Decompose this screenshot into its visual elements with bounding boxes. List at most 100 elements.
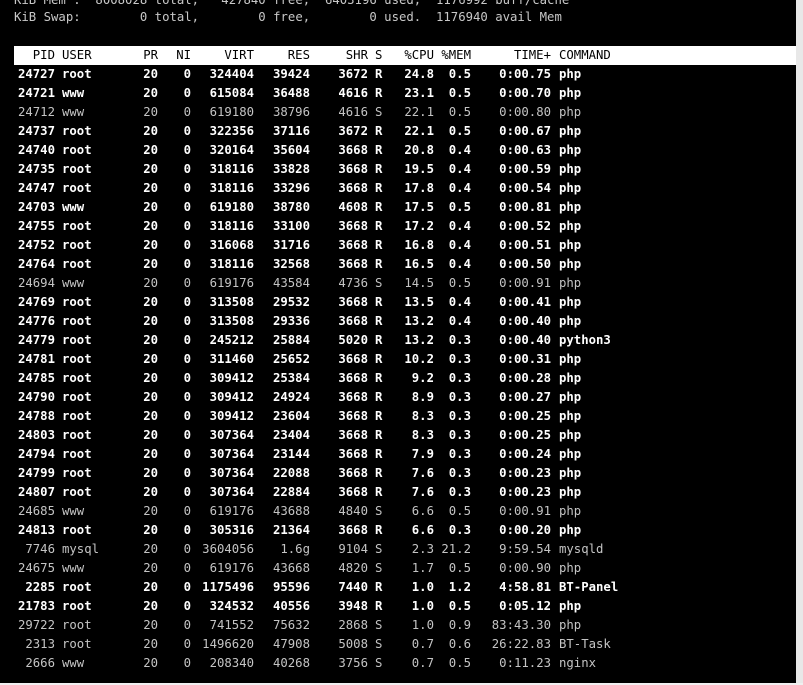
cell-ni: 0 [183, 466, 191, 480]
process-row[interactable]: 24785 root 20 0 309412 25384 3668 R 9.2 0.3 0:00.2… [0, 369, 796, 388]
cell-pid: 2313 [25, 637, 55, 651]
process-row[interactable]: 24685 www 20 0 619176 43688 4840 S 6.6 0.5 0:00.91… [0, 502, 796, 521]
process-row[interactable]: 24747 root 20 0 318116 33296 3668 R 17.8 0.4 0:00.… [0, 179, 796, 198]
cell-res: 95596 [272, 580, 310, 594]
top-terminal-window[interactable]: KiB Mem : 8008028 total, 427840 free, 64… [0, 0, 803, 685]
cell-virt: 316068 [209, 238, 254, 252]
cell-shr: 3672 [338, 124, 368, 138]
cell-cpu: 14.5 [404, 276, 434, 290]
cell-virt: 322356 [209, 124, 254, 138]
cell-virt: 305316 [209, 523, 254, 537]
process-row[interactable]: 24727 root 20 0 324404 39424 3672 R 24.8 0.5 0:00.… [0, 65, 796, 84]
cell-mem: 0.3 [448, 352, 471, 366]
cell-pid: 24799 [17, 466, 55, 480]
process-row[interactable]: 24776 root 20 0 313508 29336 3668 R 13.2 0.4 0:00.… [0, 312, 796, 331]
process-row[interactable]: 24752 root 20 0 316068 31716 3668 R 16.8 0.4 0:00.… [0, 236, 796, 255]
cell-mem: 0.5 [448, 124, 471, 138]
cell-ni: 0 [183, 485, 191, 499]
cell-command: php [559, 390, 582, 404]
cell-res: 22884 [272, 485, 310, 499]
cell-virt: 311460 [209, 352, 254, 366]
cell-virt: 741552 [209, 618, 254, 632]
cell-ni: 0 [183, 105, 191, 119]
cell-cpu: 24.8 [404, 67, 434, 81]
process-table-header: PID USER PR NI VIRT RES SHR S %CPU %MEM … [14, 46, 796, 65]
process-row[interactable]: 2285 root 20 0 1175496 95596 7440 R 1.0 1.2 4:58.8… [0, 578, 796, 597]
cell-virt: 619176 [209, 276, 254, 290]
process-row[interactable]: 24803 root 20 0 307364 23404 3668 R 8.3 0.3 0:00.2… [0, 426, 796, 445]
cell-time: 0:00.59 [499, 162, 551, 176]
cell-time: 0:00.50 [499, 257, 551, 271]
process-row[interactable]: 2666 www 20 0 208340 40268 3756 S 0.7 0.5 0:11.23 n… [0, 654, 796, 673]
cell-command: php [559, 200, 582, 214]
cell-time: 0:00.41 [499, 295, 551, 309]
process-row[interactable]: 24807 root 20 0 307364 22884 3668 R 7.6 0.3 0:00.2… [0, 483, 796, 502]
cell-ni: 0 [183, 143, 191, 157]
cell-virt: 1496620 [202, 637, 254, 651]
process-row[interactable]: 24740 root 20 0 320164 35604 3668 R 20.8 0.4 0:00.… [0, 141, 796, 160]
cell-command: php [559, 371, 582, 385]
process-row[interactable]: 24737 root 20 0 322356 37116 3672 R 22.1 0.5 0:00.… [0, 122, 796, 141]
cell-pid: 24788 [17, 409, 55, 423]
cell-cpu: 16.8 [404, 238, 434, 252]
process-row[interactable]: 24721 www 20 0 615084 36488 4616 R 23.1 0.5 0:00.7… [0, 84, 796, 103]
process-row[interactable]: 29722 root 20 0 741552 75632 2868 S 1.0 0.9 83:43.… [0, 616, 796, 635]
cell-time: 0:05.12 [499, 599, 551, 613]
cell-command: php [559, 561, 582, 575]
process-row[interactable]: 24794 root 20 0 307364 23144 3668 R 7.9 0.3 0:00.2… [0, 445, 796, 464]
cell-ni: 0 [183, 352, 191, 366]
cell-time: 26:22.83 [491, 637, 551, 651]
process-row[interactable]: 24712 www 20 0 619180 38796 4616 S 22.1 0.5 0:00.8… [0, 103, 796, 122]
process-row[interactable]: 24675 www 20 0 619176 43668 4820 S 1.7 0.5 0:00.90… [0, 559, 796, 578]
process-row[interactable]: 24781 root 20 0 311460 25652 3668 R 10.2 0.3 0:00.… [0, 350, 796, 369]
process-row[interactable]: 24788 root 20 0 309412 23604 3668 R 8.3 0.3 0:00.2… [0, 407, 796, 426]
process-row[interactable]: 24769 root 20 0 313508 29532 3668 R 13.5 0.4 0:00.… [0, 293, 796, 312]
cell-virt: 318116 [209, 219, 254, 233]
col-header-pr: PR [143, 48, 158, 62]
process-row[interactable]: 24779 root 20 0 245212 25884 5020 R 13.2 0.3 0:00.… [0, 331, 796, 350]
cell-user: root [62, 333, 92, 347]
cell-cpu: 8.9 [411, 390, 434, 404]
process-row[interactable]: 7746 mysql 20 0 3604056 1.6g 9104 S 2.3 21.2 9:59.… [0, 540, 796, 559]
process-row[interactable]: 24790 root 20 0 309412 24924 3668 R 8.9 0.3 0:00.2… [0, 388, 796, 407]
cell-user: root [62, 580, 92, 594]
process-row[interactable]: 24813 root 20 0 305316 21364 3668 R 6.6 0.3 0:00.2… [0, 521, 796, 540]
process-row[interactable]: 21783 root 20 0 324532 40556 3948 R 1.0 0.5 0:05.1… [0, 597, 796, 616]
col-header-shr: SHR [345, 48, 368, 62]
cell-user: www [62, 504, 85, 518]
cell-mem: 0.4 [448, 219, 471, 233]
cell-virt: 1175496 [202, 580, 254, 594]
cell-time: 4:58.81 [499, 580, 551, 594]
cell-command: php [559, 86, 582, 100]
cell-pr: 20 [143, 523, 158, 537]
cell-res: 1.6g [280, 542, 310, 556]
cell-pr: 20 [143, 428, 158, 442]
cell-pr: 20 [143, 105, 158, 119]
cell-user: root [62, 352, 92, 366]
cell-ni: 0 [183, 542, 191, 556]
cell-pid: 24779 [17, 333, 55, 347]
cell-res: 33828 [272, 162, 310, 176]
cell-command: php [559, 352, 582, 366]
process-row[interactable]: 24703 www 20 0 619180 38780 4608 R 17.5 0.5 0:00.8… [0, 198, 796, 217]
process-row[interactable]: 24694 www 20 0 619176 43584 4736 S 14.5 0.5 0:00.9… [0, 274, 796, 293]
cell-cpu: 17.8 [404, 181, 434, 195]
process-row[interactable]: 2313 root 20 0 1496620 47908 5008 S 0.7 0.6 26:22.… [0, 635, 796, 654]
cell-virt: 245212 [209, 333, 254, 347]
cell-virt: 324404 [209, 67, 254, 81]
cell-res: 29336 [272, 314, 310, 328]
cell-res: 29532 [272, 295, 310, 309]
process-row[interactable]: 24755 root 20 0 318116 33100 3668 R 17.2 0.4 0:00.… [0, 217, 796, 236]
cell-mem: 0.5 [448, 561, 471, 575]
process-row[interactable]: 24735 root 20 0 318116 33828 3668 R 19.5 0.4 0:00.… [0, 160, 796, 179]
cell-pr: 20 [143, 238, 158, 252]
cell-shr: 3668 [338, 371, 368, 385]
cell-ni: 0 [183, 580, 191, 594]
cell-state: R [375, 523, 383, 537]
cell-cpu: 13.2 [404, 333, 434, 347]
process-row[interactable]: 24799 root 20 0 307364 22088 3668 R 7.6 0.3 0:00.2… [0, 464, 796, 483]
cell-state: R [375, 466, 383, 480]
process-row[interactable]: 24764 root 20 0 318116 32568 3668 R 16.5 0.4 0:00.… [0, 255, 796, 274]
cell-shr: 4840 [338, 504, 368, 518]
cell-ni: 0 [183, 67, 191, 81]
